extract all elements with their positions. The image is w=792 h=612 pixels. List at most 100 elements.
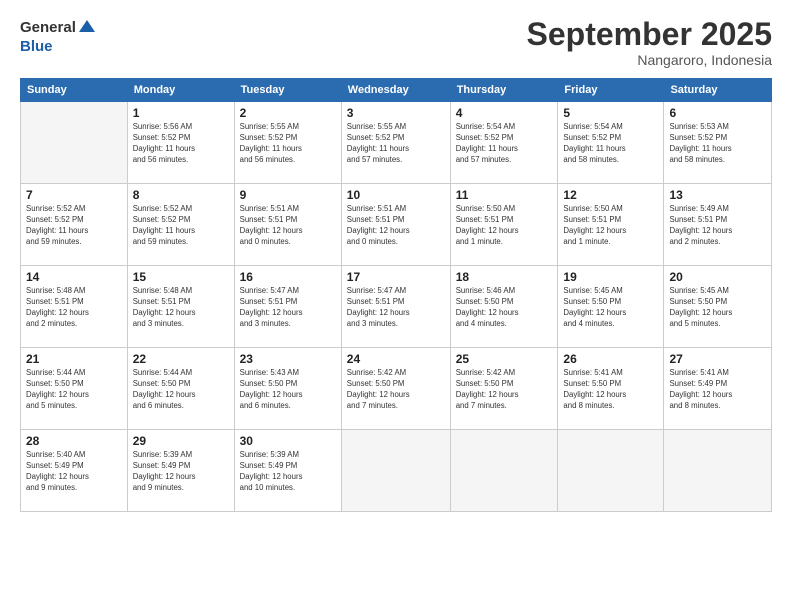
title-block: September 2025 Nangaroro, Indonesia <box>527 18 772 68</box>
day-number: 28 <box>26 434 122 448</box>
day-info: Sunrise: 5:49 AMSunset: 5:51 PMDaylight:… <box>669 204 766 248</box>
day-number: 14 <box>26 270 122 284</box>
day-number: 20 <box>669 270 766 284</box>
day-info: Sunrise: 5:45 AMSunset: 5:50 PMDaylight:… <box>669 286 766 330</box>
day-cell: 26 Sunrise: 5:41 AMSunset: 5:50 PMDayligh… <box>558 348 664 430</box>
day-number: 21 <box>26 352 122 366</box>
day-cell: 28 Sunrise: 5:40 AMSunset: 5:49 PMDayligh… <box>21 430 128 512</box>
day-number: 25 <box>456 352 553 366</box>
day-cell: 12 Sunrise: 5:50 AMSunset: 5:51 PMDayligh… <box>558 184 664 266</box>
day-number: 7 <box>26 188 122 202</box>
day-number: 23 <box>240 352 336 366</box>
calendar-table: SundayMondayTuesdayWednesdayThursdayFrid… <box>20 78 772 512</box>
day-info: Sunrise: 5:51 AMSunset: 5:51 PMDaylight:… <box>240 204 336 248</box>
week-row-1: 1Sunrise: 5:56 AMSunset: 5:52 PMDaylight… <box>21 102 772 184</box>
day-info: Sunrise: 5:52 AMSunset: 5:52 PMDaylight:… <box>26 204 122 248</box>
day-number: 12 <box>563 188 658 202</box>
day-cell: 30 Sunrise: 5:39 AMSunset: 5:49 PMDayligh… <box>234 430 341 512</box>
day-info: Sunrise: 5:40 AMSunset: 5:49 PMDaylight:… <box>26 450 122 494</box>
day-cell: 11 Sunrise: 5:50 AMSunset: 5:51 PMDayligh… <box>450 184 558 266</box>
calendar-subtitle: Nangaroro, Indonesia <box>527 52 772 68</box>
day-number: 26 <box>563 352 658 366</box>
page-header: General Blue September 2025 Nangaroro, I… <box>20 18 772 68</box>
day-cell: 17 Sunrise: 5:47 AMSunset: 5:51 PMDayligh… <box>341 266 450 348</box>
day-info: Sunrise: 5:50 AMSunset: 5:51 PMDaylight:… <box>563 204 658 248</box>
day-info: Sunrise: 5:47 AMSunset: 5:51 PMDaylight:… <box>347 286 445 330</box>
logo-icon <box>77 18 97 38</box>
day-number: 8 <box>133 188 229 202</box>
day-number: 30 <box>240 434 336 448</box>
day-cell: 6 Sunrise: 5:53 AMSunset: 5:52 PMDaylight… <box>664 102 772 184</box>
day-cell: 15Sunrise: 5:48 AMSunset: 5:51 PMDayligh… <box>127 266 234 348</box>
day-cell: 9 Sunrise: 5:51 AMSunset: 5:51 PMDaylight… <box>234 184 341 266</box>
day-cell: 23 Sunrise: 5:43 AMSunset: 5:50 PMDayligh… <box>234 348 341 430</box>
day-info: Sunrise: 5:52 AMSunset: 5:52 PMDaylight:… <box>133 204 229 248</box>
logo: General Blue <box>20 18 97 55</box>
day-number: 1 <box>133 106 229 120</box>
header-day-monday: Monday <box>127 79 234 102</box>
day-info: Sunrise: 5:45 AMSunset: 5:50 PMDaylight:… <box>563 286 658 330</box>
day-number: 17 <box>347 270 445 284</box>
day-info: Sunrise: 5:42 AMSunset: 5:50 PMDaylight:… <box>347 368 445 412</box>
day-cell: 16 Sunrise: 5:47 AMSunset: 5:51 PMDayligh… <box>234 266 341 348</box>
day-info: Sunrise: 5:54 AMSunset: 5:52 PMDaylight:… <box>456 122 553 166</box>
day-number: 11 <box>456 188 553 202</box>
day-cell: 4 Sunrise: 5:54 AMSunset: 5:52 PMDaylight… <box>450 102 558 184</box>
day-cell: 14Sunrise: 5:48 AMSunset: 5:51 PMDayligh… <box>21 266 128 348</box>
day-number: 13 <box>669 188 766 202</box>
day-info: Sunrise: 5:46 AMSunset: 5:50 PMDaylight:… <box>456 286 553 330</box>
day-number: 5 <box>563 106 658 120</box>
day-info: Sunrise: 5:43 AMSunset: 5:50 PMDaylight:… <box>240 368 336 412</box>
day-number: 18 <box>456 270 553 284</box>
day-number: 19 <box>563 270 658 284</box>
day-info: Sunrise: 5:53 AMSunset: 5:52 PMDaylight:… <box>669 122 766 166</box>
header-day-friday: Friday <box>558 79 664 102</box>
day-number: 4 <box>456 106 553 120</box>
day-cell: 5 Sunrise: 5:54 AMSunset: 5:52 PMDaylight… <box>558 102 664 184</box>
day-info: Sunrise: 5:39 AMSunset: 5:49 PMDaylight:… <box>133 450 229 494</box>
day-info: Sunrise: 5:55 AMSunset: 5:52 PMDaylight:… <box>347 122 445 166</box>
day-cell <box>558 430 664 512</box>
header-day-saturday: Saturday <box>664 79 772 102</box>
day-cell <box>450 430 558 512</box>
day-info: Sunrise: 5:54 AMSunset: 5:52 PMDaylight:… <box>563 122 658 166</box>
week-row-4: 21 Sunrise: 5:44 AMSunset: 5:50 PMDayligh… <box>21 348 772 430</box>
day-info: Sunrise: 5:39 AMSunset: 5:49 PMDaylight:… <box>240 450 336 494</box>
week-row-5: 28 Sunrise: 5:40 AMSunset: 5:49 PMDayligh… <box>21 430 772 512</box>
day-number: 9 <box>240 188 336 202</box>
day-cell <box>664 430 772 512</box>
day-cell: 18 Sunrise: 5:46 AMSunset: 5:50 PMDayligh… <box>450 266 558 348</box>
day-number: 10 <box>347 188 445 202</box>
day-cell: 29 Sunrise: 5:39 AMSunset: 5:49 PMDayligh… <box>127 430 234 512</box>
day-info: Sunrise: 5:42 AMSunset: 5:50 PMDaylight:… <box>456 368 553 412</box>
day-cell: 22 Sunrise: 5:44 AMSunset: 5:50 PMDayligh… <box>127 348 234 430</box>
day-info: Sunrise: 5:47 AMSunset: 5:51 PMDaylight:… <box>240 286 336 330</box>
day-number: 2 <box>240 106 336 120</box>
day-cell: 1Sunrise: 5:56 AMSunset: 5:52 PMDaylight… <box>127 102 234 184</box>
day-cell: 13 Sunrise: 5:49 AMSunset: 5:51 PMDayligh… <box>664 184 772 266</box>
day-number: 29 <box>133 434 229 448</box>
day-cell: 8 Sunrise: 5:52 AMSunset: 5:52 PMDaylight… <box>127 184 234 266</box>
header-day-thursday: Thursday <box>450 79 558 102</box>
day-cell: 2 Sunrise: 5:55 AMSunset: 5:52 PMDaylight… <box>234 102 341 184</box>
logo-text: General <box>20 18 97 38</box>
day-cell <box>341 430 450 512</box>
day-number: 16 <box>240 270 336 284</box>
header-day-wednesday: Wednesday <box>341 79 450 102</box>
day-cell: 10Sunrise: 5:51 AMSunset: 5:51 PMDayligh… <box>341 184 450 266</box>
day-info: Sunrise: 5:44 AMSunset: 5:50 PMDaylight:… <box>133 368 229 412</box>
day-number: 27 <box>669 352 766 366</box>
day-info: Sunrise: 5:41 AMSunset: 5:50 PMDaylight:… <box>563 368 658 412</box>
day-cell: 21Sunrise: 5:44 AMSunset: 5:50 PMDayligh… <box>21 348 128 430</box>
day-cell: 24Sunrise: 5:42 AMSunset: 5:50 PMDayligh… <box>341 348 450 430</box>
day-number: 22 <box>133 352 229 366</box>
header-row: SundayMondayTuesdayWednesdayThursdayFrid… <box>21 79 772 102</box>
day-info: Sunrise: 5:41 AMSunset: 5:49 PMDaylight:… <box>669 368 766 412</box>
day-info: Sunrise: 5:50 AMSunset: 5:51 PMDaylight:… <box>456 204 553 248</box>
logo-blue-text: Blue <box>20 38 97 55</box>
day-info: Sunrise: 5:55 AMSunset: 5:52 PMDaylight:… <box>240 122 336 166</box>
day-number: 6 <box>669 106 766 120</box>
week-row-3: 14Sunrise: 5:48 AMSunset: 5:51 PMDayligh… <box>21 266 772 348</box>
day-cell: 20 Sunrise: 5:45 AMSunset: 5:50 PMDayligh… <box>664 266 772 348</box>
day-cell <box>21 102 128 184</box>
